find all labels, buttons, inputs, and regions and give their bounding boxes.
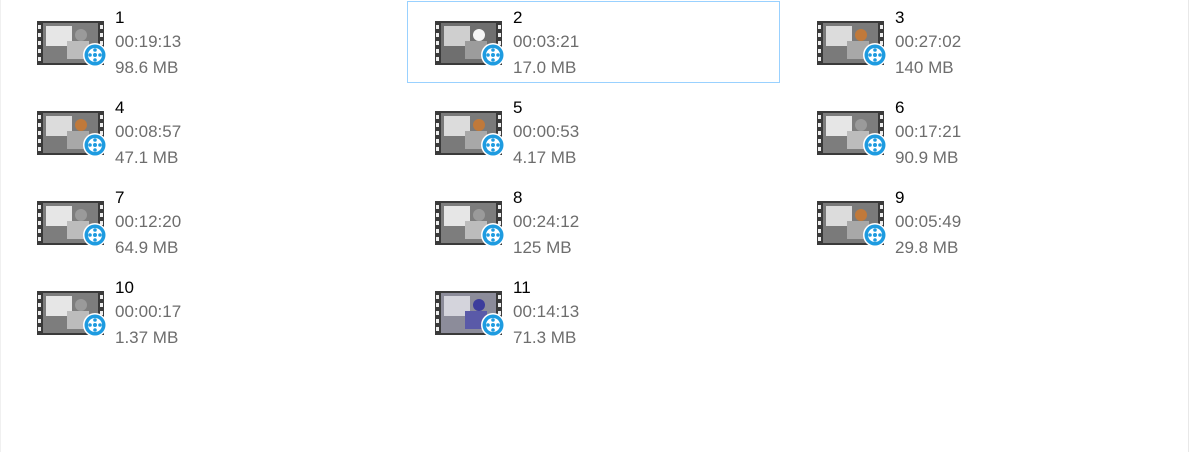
video-file-icon <box>435 109 511 159</box>
video-file-icon <box>37 199 113 249</box>
file-item[interactable]: 6 00:17:21 90.9 MB <box>789 91 1162 173</box>
file-name: 8 <box>513 188 523 207</box>
file-duration: 00:00:53 <box>513 122 580 141</box>
file-size: 71.3 MB <box>513 328 577 347</box>
file-item[interactable]: 3 00:27:02 140 MB <box>789 1 1162 83</box>
file-meta: 6 00:17:21 90.9 MB <box>895 96 961 171</box>
file-duration: 00:00:17 <box>115 302 182 321</box>
file-name: 2 <box>513 8 523 27</box>
file-item[interactable]: 4 00:08:57 47.1 MB <box>9 91 382 173</box>
video-file-icon <box>817 199 893 249</box>
video-file-icon <box>817 19 893 69</box>
file-duration: 00:14:13 <box>513 302 580 321</box>
video-file-icon <box>817 109 893 159</box>
file-size: 4.17 MB <box>513 148 577 167</box>
file-size: 140 MB <box>895 58 954 77</box>
video-file-icon <box>37 19 113 69</box>
file-item[interactable]: 11 00:14:13 71.3 MB <box>407 271 780 353</box>
file-size: 17.0 MB <box>513 58 577 77</box>
file-name: 1 <box>115 8 125 27</box>
file-duration: 00:17:21 <box>895 122 962 141</box>
file-name: 4 <box>115 98 125 117</box>
file-item[interactable]: 2 00:03:21 17.0 MB <box>407 1 780 83</box>
file-meta: 8 00:24:12 125 MB <box>513 186 579 261</box>
file-item[interactable]: 9 00:05:49 29.8 MB <box>789 181 1162 263</box>
video-file-icon <box>37 109 113 159</box>
file-size: 29.8 MB <box>895 238 959 257</box>
file-item[interactable]: 10 00:00:17 1.37 MB <box>9 271 382 353</box>
file-meta: 9 00:05:49 29.8 MB <box>895 186 961 261</box>
video-file-icon <box>435 19 511 69</box>
file-meta: 3 00:27:02 140 MB <box>895 6 961 81</box>
file-meta: 10 00:00:17 1.37 MB <box>115 276 181 351</box>
video-file-icon <box>435 289 511 339</box>
file-duration: 00:08:57 <box>115 122 182 141</box>
file-duration: 00:05:49 <box>895 212 962 231</box>
file-size: 47.1 MB <box>115 148 179 167</box>
file-duration: 00:19:13 <box>115 32 182 51</box>
file-meta: 7 00:12:20 64.9 MB <box>115 186 181 261</box>
file-duration: 00:03:21 <box>513 32 580 51</box>
video-file-icon <box>37 289 113 339</box>
file-name: 10 <box>115 278 134 297</box>
file-duration: 00:27:02 <box>895 32 962 51</box>
file-name: 6 <box>895 98 905 117</box>
file-item[interactable]: 7 00:12:20 64.9 MB <box>9 181 382 263</box>
file-item[interactable]: 8 00:24:12 125 MB <box>407 181 780 263</box>
file-duration: 00:24:12 <box>513 212 580 231</box>
file-name: 3 <box>895 8 905 27</box>
file-meta: 11 00:14:13 71.3 MB <box>513 276 579 351</box>
file-meta: 5 00:00:53 4.17 MB <box>513 96 579 171</box>
video-file-icon <box>435 199 511 249</box>
file-meta: 2 00:03:21 17.0 MB <box>513 6 579 81</box>
file-size: 64.9 MB <box>115 238 179 257</box>
file-name: 11 <box>513 278 531 297</box>
file-size: 125 MB <box>513 238 572 257</box>
file-name: 7 <box>115 188 125 207</box>
file-item[interactable]: 5 00:00:53 4.17 MB <box>407 91 780 173</box>
file-list-pane: 1 00:19:13 98.6 MB 2 00:03:21 17.0 MB 3 … <box>0 0 1189 452</box>
file-meta: 1 00:19:13 98.6 MB <box>115 6 181 81</box>
file-name: 9 <box>895 188 905 207</box>
file-size: 90.9 MB <box>895 148 959 167</box>
file-size: 1.37 MB <box>115 328 179 347</box>
file-size: 98.6 MB <box>115 58 179 77</box>
file-duration: 00:12:20 <box>115 212 182 231</box>
file-item[interactable]: 1 00:19:13 98.6 MB <box>9 1 382 83</box>
file-name: 5 <box>513 98 523 117</box>
file-meta: 4 00:08:57 47.1 MB <box>115 96 181 171</box>
